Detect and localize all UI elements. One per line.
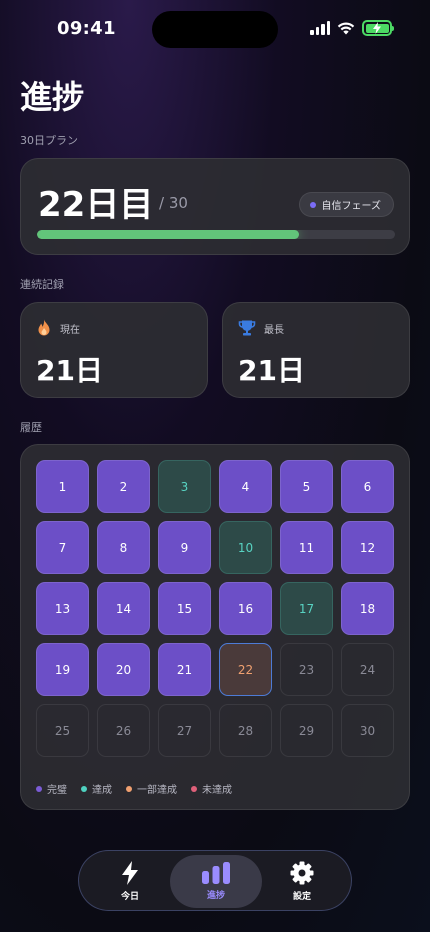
day-cell[interactable]: 13 <box>36 582 89 635</box>
best-streak-header: 最長 <box>238 319 284 337</box>
cellular-signal-icon <box>310 21 330 35</box>
bar-chart-icon <box>202 862 230 884</box>
tab-progress-label: 進捗 <box>206 891 225 901</box>
history-section-label: 履歴 <box>20 421 42 434</box>
best-streak-card: 最長 21日 <box>222 302 410 398</box>
tab-today-label: 今日 <box>120 892 139 902</box>
legend-label: 未達成 <box>202 785 232 796</box>
legend-dot-icon <box>81 785 87 792</box>
day-cell[interactable]: 14 <box>97 582 150 635</box>
day-cell[interactable]: 23 <box>280 643 333 696</box>
legend-dot-icon <box>126 785 132 792</box>
day-cell[interactable]: 26 <box>97 704 150 757</box>
plan-progress-fill <box>37 230 300 239</box>
plan-section-label: 30日プラン <box>20 134 78 147</box>
legend-dot-icon <box>36 785 42 792</box>
legend-label: 完璧 <box>47 785 67 796</box>
day-cell[interactable]: 5 <box>280 460 333 513</box>
day-cell[interactable]: 30 <box>341 704 394 757</box>
current-streak-card: 現在 21日 <box>20 302 208 398</box>
current-streak-header: 現在 <box>36 319 80 337</box>
legend-item: 一部達成 <box>126 781 177 796</box>
plan-card: 22日目 / 30 自信フェーズ <box>20 158 410 255</box>
day-cell[interactable]: 2 <box>97 460 150 513</box>
day-cell[interactable]: 7 <box>36 521 89 574</box>
day-cell[interactable]: 16 <box>219 582 272 635</box>
day-cell[interactable]: 28 <box>219 704 272 757</box>
day-cell[interactable]: 27 <box>158 704 211 757</box>
day-cell[interactable]: 10 <box>219 521 272 574</box>
best-streak-label: 最長 <box>264 324 284 336</box>
status-time: 09:41 <box>57 18 116 39</box>
history-legend: 完璧 達成 一部達成 未達成 <box>36 781 232 796</box>
day-cell[interactable]: 18 <box>341 582 394 635</box>
legend-item: 完璧 <box>36 781 67 796</box>
phase-badge: 自信フェーズ <box>298 192 394 217</box>
status-bar: 09:41 <box>0 0 430 56</box>
day-cell[interactable]: 9 <box>158 521 211 574</box>
page-title: 進捗 <box>20 78 85 116</box>
history-card: 1 2 3 4 5 6 7 8 9 10 11 12 13 14 15 16 17 18 19 20 21 22 23 24 2… <box>20 444 410 810</box>
history-grid: 1 2 3 4 5 6 7 8 9 10 11 12 13 14 15 16 17 18 19 20 21 22 23 24 2… <box>36 460 394 757</box>
trophy-icon <box>238 320 256 336</box>
status-icons <box>310 20 394 36</box>
streak-section-label: 連続記録 <box>20 278 64 291</box>
day-cell[interactable]: 8 <box>97 521 150 574</box>
legend-item: 未達成 <box>191 781 232 796</box>
legend-dot-icon <box>191 785 197 792</box>
day-cell[interactable]: 20 <box>97 643 150 696</box>
legend-label: 達成 <box>92 785 112 796</box>
tab-today[interactable]: 今日 <box>84 855 176 908</box>
day-cell[interactable]: 4 <box>219 460 272 513</box>
day-cell[interactable]: 24 <box>341 643 394 696</box>
phase-label: 自信フェーズ <box>321 201 382 212</box>
day-cell[interactable]: 22 <box>219 643 272 696</box>
plan-progress-bar <box>37 230 395 239</box>
flame-icon <box>38 319 50 336</box>
charging-bolt-icon <box>373 22 381 34</box>
battery-icon <box>362 20 394 36</box>
day-cell[interactable]: 15 <box>158 582 211 635</box>
day-cell[interactable]: 21 <box>158 643 211 696</box>
legend-item: 達成 <box>81 781 112 796</box>
current-streak-value: 21日 <box>36 354 103 387</box>
phase-dot-icon <box>309 201 316 208</box>
gear-icon <box>290 861 314 885</box>
legend-label: 一部達成 <box>137 785 177 796</box>
best-streak-value: 21日 <box>238 354 305 387</box>
tab-progress[interactable]: 進捗 <box>170 855 262 908</box>
tab-settings[interactable]: 設定 <box>256 855 348 908</box>
day-cell[interactable]: 3 <box>158 460 211 513</box>
dynamic-island <box>152 11 278 48</box>
day-cell[interactable]: 11 <box>280 521 333 574</box>
day-cell[interactable]: 1 <box>36 460 89 513</box>
day-cell[interactable]: 19 <box>36 643 89 696</box>
tab-settings-label: 設定 <box>292 892 311 902</box>
day-cell[interactable]: 25 <box>36 704 89 757</box>
wifi-icon <box>337 22 355 35</box>
bolt-icon <box>122 861 138 885</box>
plan-total: / 30 <box>159 194 188 212</box>
tab-bar: 今日 進捗 設定 <box>78 850 352 911</box>
day-cell[interactable]: 12 <box>341 521 394 574</box>
day-cell[interactable]: 29 <box>280 704 333 757</box>
current-streak-label: 現在 <box>60 324 80 336</box>
day-cell[interactable]: 17 <box>280 582 333 635</box>
day-cell[interactable]: 6 <box>341 460 394 513</box>
current-day: 22日目 <box>38 185 154 225</box>
